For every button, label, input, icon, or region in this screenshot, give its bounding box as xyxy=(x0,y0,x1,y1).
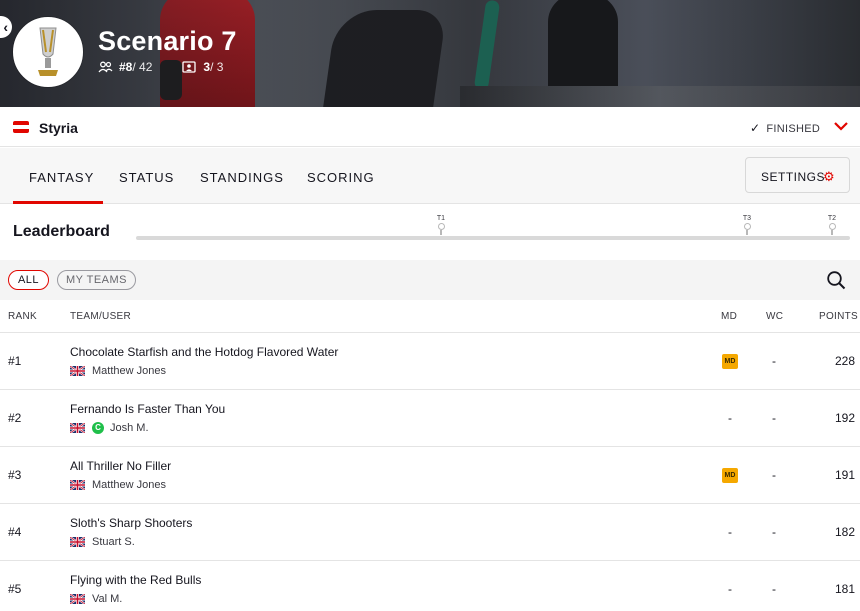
hero-meta: #8 / 42 3 / 3 xyxy=(98,60,223,74)
uk-flag-icon xyxy=(69,365,86,377)
col-points: POINTS xyxy=(819,311,859,322)
map-pin-icon xyxy=(437,223,445,230)
row-user-name: Josh M. xyxy=(110,422,149,434)
row-user-name: Stuart S. xyxy=(92,536,135,548)
check-icon: ✓ xyxy=(750,121,761,135)
uk-flag-icon xyxy=(69,479,86,491)
row-wc: - xyxy=(772,525,776,539)
filter-my-teams-button[interactable]: MY TEAMS xyxy=(57,270,136,290)
pin-stem xyxy=(440,230,442,235)
settings-label: SETTINGS xyxy=(761,170,826,184)
col-rank: RANK xyxy=(8,311,37,322)
filter-bar: ALL MY TEAMS xyxy=(0,260,860,300)
uk-flag-icon xyxy=(69,536,86,548)
row-user-name: Val M. xyxy=(92,593,123,605)
md-chip-icon: MD xyxy=(722,354,738,369)
row-user: Matthew Jones xyxy=(69,479,166,491)
row-wc: - xyxy=(772,354,776,368)
table-row[interactable]: #3 All Thriller No Filler Matthew Jones … xyxy=(0,447,860,504)
timeline-marker[interactable]: T1 xyxy=(434,215,448,235)
tab-bar: FANTASY STATUS STANDINGS SCORING SETTING… xyxy=(0,148,860,204)
table-header: RANK TEAM/USER MD WC POINTS xyxy=(0,300,860,333)
row-team-name: All Thriller No Filler xyxy=(70,459,172,473)
timeline-marker[interactable]: T2 xyxy=(825,215,839,235)
row-rank: #4 xyxy=(8,525,22,539)
search-icon[interactable] xyxy=(826,270,846,290)
col-md: MD xyxy=(721,311,738,322)
leaderboard-title: Leaderboard xyxy=(13,223,110,240)
tab-standings[interactable]: STANDINGS xyxy=(200,170,284,185)
race-name: Styria xyxy=(39,120,78,136)
row-wc: - xyxy=(772,468,776,482)
teams-used: 3 xyxy=(203,60,211,74)
row-user-name: Matthew Jones xyxy=(92,479,166,491)
row-rank: #2 xyxy=(8,411,22,425)
row-points: 182 xyxy=(834,525,855,539)
timeline-marker-label: T3 xyxy=(742,215,752,222)
row-md: - xyxy=(728,411,732,425)
row-user: Val M. xyxy=(69,593,123,605)
pin-stem xyxy=(831,230,833,235)
timeline-marker-label: T2 xyxy=(827,215,837,222)
gear-icon: ⚙ xyxy=(823,169,836,184)
tab-status[interactable]: STATUS xyxy=(119,170,174,185)
timeline-marker-label: T1 xyxy=(436,215,446,222)
leaderboard-header: Leaderboard T1 T3 T2 xyxy=(0,205,860,260)
row-points: 191 xyxy=(834,468,855,482)
race-status: ✓ FINISHED xyxy=(750,121,820,135)
row-team-name: Chocolate Starfish and the Hotdog Flavor… xyxy=(70,345,339,359)
row-user: C Josh M. xyxy=(69,422,149,434)
users-icon xyxy=(98,61,113,73)
hero-banner: ‹ Scenario 7 #8 / 42 3 / 3 xyxy=(0,0,860,107)
tab-fantasy[interactable]: FANTASY xyxy=(29,170,94,185)
row-points: 181 xyxy=(834,582,855,596)
row-user: Matthew Jones xyxy=(69,365,166,377)
table-row[interactable]: #5 Flying with the Red Bulls Val M. - - … xyxy=(0,561,860,611)
teams-total: / 3 xyxy=(210,60,224,74)
row-user: Stuart S. xyxy=(69,536,135,548)
col-wc: WC xyxy=(766,311,784,322)
trophy-icon xyxy=(13,17,83,87)
chevron-down-icon[interactable] xyxy=(833,119,849,133)
table-row[interactable]: #4 Sloth's Sharp Shooters Stuart S. - - … xyxy=(0,504,860,561)
race-status-label: FINISHED xyxy=(766,123,821,135)
settings-button[interactable]: SETTINGS ⚙ xyxy=(745,157,850,193)
map-pin-icon xyxy=(743,223,751,230)
row-md: - xyxy=(728,582,732,596)
austria-flag-icon xyxy=(13,121,29,133)
map-pin-icon xyxy=(828,223,836,230)
row-team-name: Sloth's Sharp Shooters xyxy=(70,516,193,530)
league-rank: #8 xyxy=(119,60,133,74)
table-row[interactable]: #2 Fernando Is Faster Than You C Josh M.… xyxy=(0,390,860,447)
row-md: - xyxy=(728,525,732,539)
row-rank: #5 xyxy=(8,582,22,596)
row-team-name: Fernando Is Faster Than You xyxy=(70,402,226,416)
creator-badge-icon: C xyxy=(92,422,104,434)
team-timeline: T1 T3 T2 xyxy=(136,215,850,240)
row-points: 228 xyxy=(834,354,855,368)
pin-stem xyxy=(746,230,748,235)
row-rank: #3 xyxy=(8,468,22,482)
row-rank: #1 xyxy=(8,354,22,368)
page-title: Scenario 7 xyxy=(98,26,237,56)
row-user-name: Matthew Jones xyxy=(92,365,166,377)
row-wc: - xyxy=(772,582,776,596)
uk-flag-icon xyxy=(69,593,86,605)
md-chip-icon: MD xyxy=(722,468,738,483)
uk-flag-icon xyxy=(69,422,86,434)
row-team-name: Flying with the Red Bulls xyxy=(70,573,202,587)
table-row[interactable]: #1 Chocolate Starfish and the Hotdog Fla… xyxy=(0,333,860,390)
col-team: TEAM/USER xyxy=(70,311,132,322)
filter-all-button[interactable]: ALL xyxy=(8,270,49,290)
timeline-marker[interactable]: T3 xyxy=(740,215,754,235)
league-total: / 42 xyxy=(132,60,153,74)
team-card-icon xyxy=(182,61,197,73)
race-selector[interactable]: Styria ✓ FINISHED xyxy=(0,107,860,147)
row-points: 192 xyxy=(834,411,855,425)
row-wc: - xyxy=(772,411,776,425)
tab-scoring[interactable]: SCORING xyxy=(307,170,375,185)
active-tab-indicator xyxy=(13,201,103,204)
